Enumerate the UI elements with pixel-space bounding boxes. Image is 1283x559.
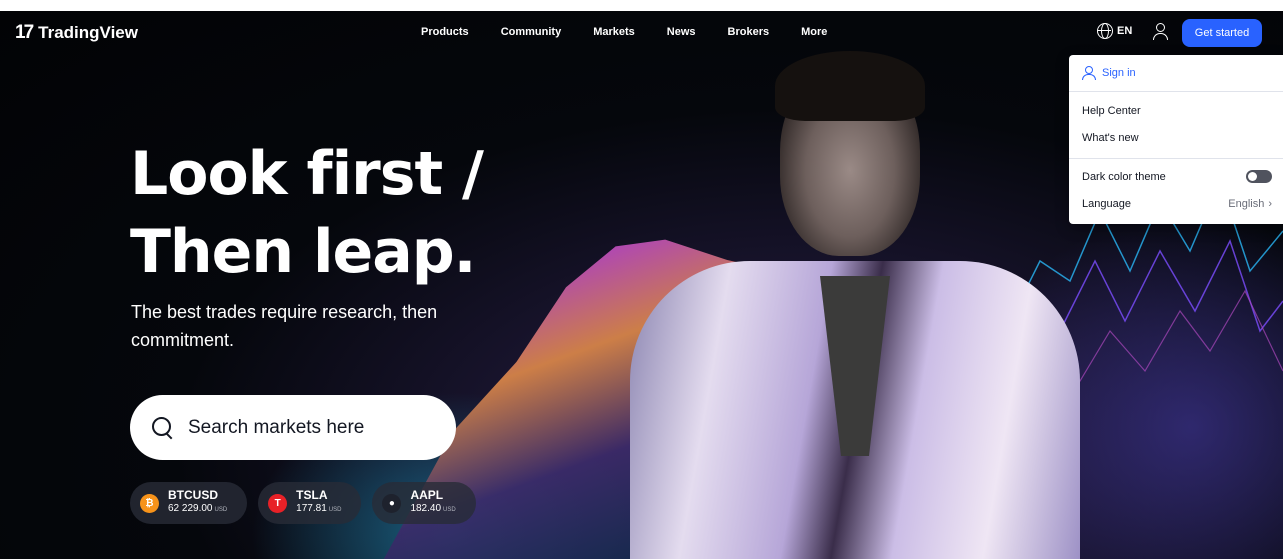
nav-news[interactable]: News <box>667 26 696 38</box>
ticker-aapl[interactable]: ● AAPL 182.40 USD <box>372 482 476 524</box>
nav-brokers[interactable]: Brokers <box>728 26 770 38</box>
user-dropdown-menu: Sign in Help Center What's new Dark colo… <box>1069 55 1283 224</box>
headline-line-1: Look first / <box>130 139 484 209</box>
language-label: Language <box>1082 198 1131 210</box>
logo-mark-icon: 17 <box>15 22 34 43</box>
language-code: EN <box>1117 25 1133 37</box>
hero-person-photo <box>630 51 1080 559</box>
language-value-wrap: English › <box>1228 198 1272 210</box>
whats-new-label: What's new <box>1082 132 1139 144</box>
language-value: English <box>1228 198 1265 210</box>
nav-community[interactable]: Community <box>501 26 562 38</box>
search-icon <box>152 416 174 439</box>
ticker-symbol: BTCUSD <box>168 488 218 502</box>
ticker-currency: USD <box>328 507 342 513</box>
nav-markets[interactable]: Markets <box>593 26 635 38</box>
ticker-text: TSLA 177.81 USD <box>296 489 341 517</box>
tesla-icon: T <box>268 493 288 513</box>
bitcoin-icon: ₿ <box>140 493 159 513</box>
ticker-price: 177.81 <box>296 503 327 514</box>
ticker-price-row: 62 229.00 USD <box>168 502 227 517</box>
ticker-currency: USD <box>214 507 228 513</box>
dark-theme-toggle[interactable] <box>1246 170 1272 183</box>
apple-icon: ● <box>382 493 402 513</box>
chevron-right-icon: › <box>1268 198 1272 210</box>
sign-in-item[interactable]: Sign in <box>1082 66 1272 80</box>
search-input[interactable]: Search markets here <box>130 395 456 460</box>
dark-theme-item[interactable]: Dark color theme <box>1082 170 1272 183</box>
language-item[interactable]: Language English › <box>1082 198 1272 210</box>
main-nav: Products Community Markets News Brokers … <box>421 26 827 38</box>
menu-divider <box>1069 158 1283 159</box>
user-icon <box>1156 23 1165 32</box>
user-menu-button[interactable] <box>1152 22 1170 42</box>
ticker-symbol: TSLA <box>296 488 328 502</box>
nav-products[interactable]: Products <box>421 26 469 38</box>
dark-theme-label: Dark color theme <box>1082 170 1166 183</box>
ticker-price: 62 229.00 <box>168 503 213 514</box>
ticker-symbol: AAPL <box>410 488 444 502</box>
get-started-button[interactable]: Get started <box>1182 19 1262 47</box>
help-center-item[interactable]: Help Center <box>1082 105 1272 117</box>
whats-new-item[interactable]: What's new <box>1082 132 1272 144</box>
logo-text: TradingView <box>38 23 138 42</box>
ticker-price: 182.40 <box>410 503 442 514</box>
menu-divider <box>1069 91 1283 92</box>
tradingview-logo[interactable]: 17 TradingView <box>15 22 138 44</box>
help-center-label: Help Center <box>1082 105 1141 117</box>
user-icon-body <box>1153 33 1168 40</box>
ticker-price-row: 177.81 USD <box>296 502 341 517</box>
search-placeholder: Search markets here <box>188 416 365 438</box>
ticker-currency: USD <box>443 507 456 513</box>
headline-line-2: Then leap. <box>130 217 476 287</box>
language-button[interactable]: EN <box>1097 23 1132 39</box>
ticker-price-row: 182.40 USD <box>410 502 455 517</box>
ticker-text: BTCUSD 62 229.00 USD <box>168 489 227 517</box>
hero-headline: Look first / Then leap. <box>130 135 484 291</box>
ticker-btcusd[interactable]: ₿ BTCUSD 62 229.00 USD <box>130 482 248 524</box>
nav-more[interactable]: More <box>801 26 827 38</box>
page: 17 TradingView Products Community Market… <box>0 0 1283 559</box>
ticker-text: AAPL 182.40 USD <box>410 489 455 517</box>
sign-in-label: Sign in <box>1102 67 1136 79</box>
globe-icon <box>1097 23 1113 39</box>
hero-subhead: The best trades require research, then c… <box>131 302 438 350</box>
user-icon <box>1082 66 1096 80</box>
ticker-tsla[interactable]: T TSLA 177.81 USD <box>258 482 362 524</box>
ticker-list: ₿ BTCUSD 62 229.00 USD T TSLA 177.81 USD ●… <box>130 482 476 524</box>
hair <box>775 51 925 121</box>
